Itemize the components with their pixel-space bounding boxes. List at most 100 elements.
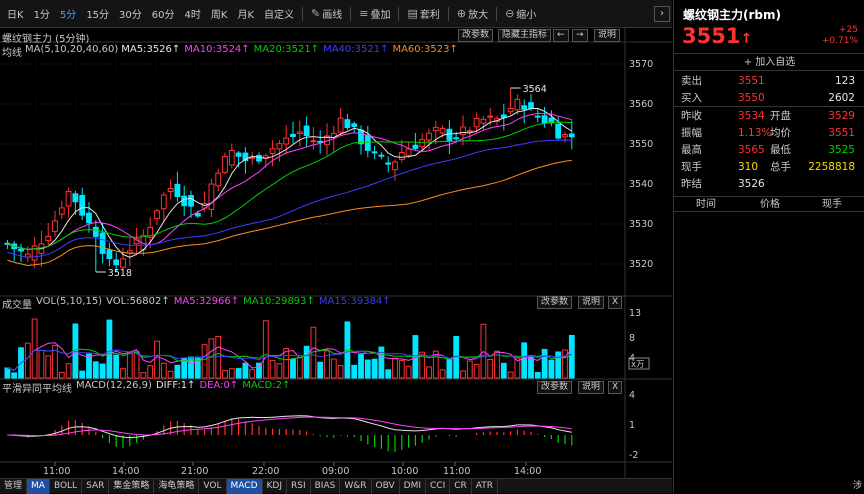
period-tab-5[interactable]: 60分 — [147, 6, 180, 21]
volume-bar — [521, 342, 528, 379]
quote-value: 3529 — [828, 110, 855, 122]
sell-label: 卖出 — [681, 75, 702, 87]
chart-area[interactable]: 3570 3560 3550 3540 3530 3520 3564 3518 13 8 4 x万 4 1… — [0, 28, 672, 478]
hide-main-indicator-button[interactable]: 隐藏主指标 — [498, 29, 552, 42]
macd-help-button[interactable]: 说明 — [578, 381, 605, 394]
volume-ma-values: MA5:32966↑ MA10:29893↑ MA15:39384↑ — [174, 296, 391, 311]
volume-bar — [45, 355, 52, 379]
volume-bar — [208, 338, 215, 379]
macd-axis-label: 1 — [629, 420, 635, 431]
ma-line-60 — [7, 159, 572, 267]
tool-button-2[interactable]: ▤ 套利 — [402, 6, 444, 21]
volume-help-button[interactable]: 说明 — [578, 296, 605, 309]
add-favorite-button[interactable]: + 加入自选 — [674, 53, 864, 71]
main-help-button[interactable]: 说明 — [594, 29, 621, 42]
volume-bar — [392, 357, 398, 379]
price-change-pct: +0.71% — [821, 36, 858, 46]
toolbar-divider — [496, 6, 498, 21]
indicator-tab-6[interactable]: VOL — [199, 478, 227, 494]
indicator-tab-9[interactable]: RSI — [287, 478, 311, 494]
volume-close-button[interactable]: X — [608, 296, 623, 309]
period-tab-1[interactable]: 1分 — [29, 6, 55, 21]
period-tab-3[interactable]: 15分 — [81, 6, 114, 21]
quote-row: 现手 310 总手 2258818 — [674, 159, 864, 176]
quote-label: 均价 — [770, 127, 791, 139]
period-tab-4[interactable]: 30分 — [114, 6, 147, 21]
indicator-tab-11[interactable]: W&R — [340, 478, 372, 494]
candle-body — [364, 134, 371, 151]
indicator-tab-4[interactable]: 集金策略 — [109, 478, 155, 494]
right-arrow-button[interactable]: → — [572, 29, 588, 42]
volume-axis-label: 8 — [629, 333, 635, 344]
quote-label: 昨收 — [681, 110, 702, 122]
quote-label: 开盘 — [770, 110, 791, 122]
left-arrow-button[interactable]: ← — [553, 29, 569, 42]
quote-value: 2258818 — [808, 161, 855, 173]
indicator-tab-2[interactable]: BOLL — [50, 478, 83, 494]
indicator-tab-13[interactable]: DMI — [400, 478, 426, 494]
main-edit-params-button[interactable]: 改参数 — [458, 29, 494, 42]
indicator-value: MACD:2↑ — [242, 380, 291, 391]
volume-bar — [215, 335, 222, 379]
period-tab-6[interactable]: 4时 — [180, 6, 206, 21]
candle-body — [507, 108, 514, 113]
candle-body — [113, 259, 120, 266]
volume-bar — [174, 364, 181, 379]
tool-button-3[interactable]: ⊕ 放大 — [452, 6, 493, 21]
volume-edit-params-button[interactable]: 改参数 — [537, 296, 573, 309]
volume-bar — [528, 356, 534, 379]
indicator-tab-10[interactable]: BIAS — [311, 478, 341, 494]
indicator-tab-14[interactable]: CCI — [426, 478, 451, 494]
volume-bar — [79, 370, 86, 379]
candle-body — [120, 258, 126, 268]
ma-base: MA(5,10,20,40,60) — [25, 44, 119, 55]
quote-label: 昨结 — [681, 178, 702, 190]
period-tab-2[interactable]: 5分 — [55, 6, 81, 21]
tool-button-4[interactable]: ⊖ 缩小 — [500, 6, 541, 21]
volume-bar — [262, 320, 269, 379]
volume-bar — [405, 365, 412, 379]
volume-bar — [358, 354, 364, 379]
volume-bar — [500, 362, 507, 379]
time-axis-label: 10:00 — [391, 466, 418, 477]
tool-button-1[interactable]: ≡ 叠加 — [354, 6, 395, 21]
tool-label: 画线 — [322, 10, 343, 21]
indicator-tab-8[interactable]: KDJ — [263, 478, 287, 494]
volume-legend: 成交量 VOL(5,10,15) VOL:56802↑ MA5:32966↑ MA… — [2, 296, 391, 311]
candle-body — [215, 172, 222, 187]
quote-value: 3525 — [828, 144, 855, 156]
candle-body — [344, 119, 351, 129]
collapse-panel-button[interactable]: › — [654, 6, 670, 22]
indicator-tab-1[interactable]: MA — [27, 478, 50, 494]
contract-title: 螺纹钢主力(rbm) — [683, 8, 781, 22]
kline-chart[interactable]: 357035603550354035303520356435181384x万41… — [0, 28, 672, 478]
candle-body — [385, 162, 392, 165]
volume-bar — [120, 368, 126, 379]
indicator-tab-bar: 管理 MA BOLL SAR 集金策略 海龟策略 VOL MACD KDJ RSI BIAS W&R O… — [0, 478, 672, 494]
candle-body — [290, 133, 296, 137]
quote-row: 昨结 3526 — [674, 176, 864, 193]
indicator-tab-16[interactable]: ATR — [472, 478, 498, 494]
indicator-tab-3[interactable]: SAR — [82, 478, 110, 494]
indicator-tab-15[interactable]: CR — [450, 478, 472, 494]
candle-body — [99, 232, 106, 254]
quote-label: 最低 — [770, 144, 791, 156]
period-tab-8[interactable]: 月K — [232, 6, 259, 21]
macd-edit-params-button[interactable]: 改参数 — [537, 381, 573, 394]
indicator-tab-12[interactable]: OBV — [372, 478, 400, 494]
volume-bar — [317, 361, 324, 379]
candle-body — [432, 126, 439, 132]
period-tab-0[interactable]: 日K — [2, 6, 29, 21]
volume-bar — [106, 319, 113, 379]
toolbar-divider — [302, 6, 304, 21]
tool-button-0[interactable]: ✎ 画线 — [306, 6, 347, 21]
indicator-tab-5[interactable]: 海龟策略 — [154, 478, 200, 494]
macd-close-button[interactable]: X — [608, 381, 623, 394]
indicator-tab-0[interactable]: 管理 — [0, 478, 28, 494]
period-tab-9[interactable]: 自定义 — [259, 6, 299, 21]
volume-bar — [65, 363, 72, 379]
period-tab-7[interactable]: 周K — [206, 6, 233, 21]
volume-title: 成交量 — [2, 300, 32, 311]
indicator-tab-7[interactable]: MACD — [226, 478, 263, 494]
candle-body — [86, 212, 92, 224]
